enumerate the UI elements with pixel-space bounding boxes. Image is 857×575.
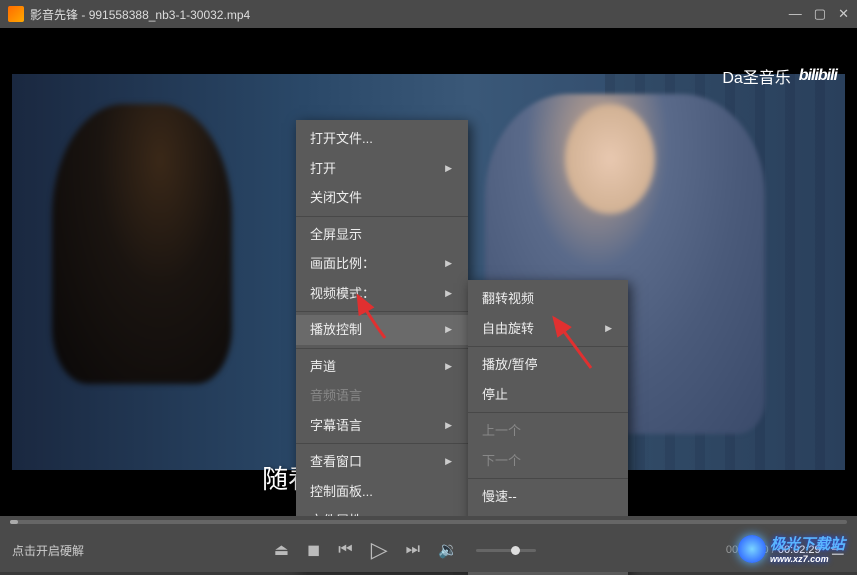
play-button[interactable]: ▷	[371, 537, 388, 563]
menu-open[interactable]: 打开▶	[296, 154, 468, 184]
brand-icon	[738, 535, 766, 563]
menu-audio-channel[interactable]: 声道▶	[296, 352, 468, 382]
control-bar: 点击开启硬解 ⏏ ◼ ⏮ ▷ ⏭ 🔉 00:00:00 / 00:02:29 ☰	[0, 516, 857, 572]
menu-separator	[296, 443, 468, 444]
channel-name: Da圣音乐	[722, 64, 790, 88]
titlebar-left: 影音先锋 - 991558388_nb3-1-30032.mp4	[8, 6, 250, 23]
menu-video-mode[interactable]: 视频模式：▶	[296, 279, 468, 309]
menu-open-file[interactable]: 打开文件...	[296, 124, 468, 154]
menu-subtitle-language[interactable]: 字幕语言▶	[296, 411, 468, 441]
chevron-right-icon: ▶	[445, 455, 452, 469]
previous-button[interactable]: ⏮	[338, 541, 352, 559]
submenu-next: 下一个	[468, 446, 628, 476]
menu-separator	[468, 478, 628, 479]
next-button[interactable]: ⏭	[406, 541, 420, 559]
submenu-slow-down[interactable]: 慢速--	[468, 482, 628, 512]
close-button[interactable]: ✕	[838, 6, 849, 22]
chevron-right-icon: ▶	[445, 360, 452, 374]
menu-view-window[interactable]: 查看窗口▶	[296, 447, 468, 477]
submenu-previous: 上一个	[468, 416, 628, 446]
maximize-button[interactable]: ▢	[814, 6, 826, 22]
brand-sub: www.xz7.com	[770, 554, 845, 564]
minimize-button[interactable]: —	[789, 6, 802, 22]
chevron-right-icon: ▶	[445, 287, 452, 301]
file-name: 991558388_nb3-1-30032.mp4	[89, 8, 250, 22]
brand-watermark: 极光下载站 www.xz7.com	[738, 533, 845, 564]
volume-icon[interactable]: 🔉	[438, 540, 458, 560]
eject-button[interactable]: ⏏	[274, 540, 289, 560]
volume-slider[interactable]	[476, 549, 536, 552]
menu-control-panel[interactable]: 控制面板...	[296, 477, 468, 507]
menu-separator	[296, 216, 468, 217]
chevron-right-icon: ▶	[445, 323, 452, 337]
stop-button[interactable]: ◼	[307, 540, 320, 560]
menu-separator	[468, 346, 628, 347]
menu-aspect-ratio[interactable]: 画面比例：▶	[296, 249, 468, 279]
video-watermark: Da圣音乐 bilibili	[722, 64, 837, 88]
chevron-right-icon: ▶	[605, 322, 612, 336]
menu-playback-control[interactable]: 播放控制▶	[296, 315, 468, 345]
brand-text: 极光下载站	[770, 536, 845, 553]
window-controls: — ▢ ✕	[789, 6, 849, 22]
chevron-right-icon: ▶	[445, 419, 452, 433]
titlebar: 影音先锋 - 991558388_nb3-1-30032.mp4 — ▢ ✕	[0, 0, 857, 28]
submenu-free-rotate[interactable]: 自由旋转▶	[468, 314, 628, 344]
window-title: 影音先锋 - 991558388_nb3-1-30032.mp4	[30, 6, 250, 23]
hw-decode-toggle[interactable]: 点击开启硬解	[12, 542, 84, 559]
app-name: 影音先锋	[30, 8, 78, 22]
menu-fullscreen[interactable]: 全屏显示	[296, 220, 468, 250]
submenu-stop[interactable]: 停止	[468, 380, 628, 410]
submenu-flip-video[interactable]: 翻转视频	[468, 284, 628, 314]
context-menu: 打开文件... 打开▶ 关闭文件 全屏显示 画面比例：▶ 视频模式：▶ 播放控制…	[296, 120, 468, 569]
menu-close-file[interactable]: 关闭文件	[296, 183, 468, 213]
menu-separator	[296, 311, 468, 312]
menu-separator	[468, 412, 628, 413]
menu-separator	[296, 348, 468, 349]
chevron-right-icon: ▶	[445, 257, 452, 271]
progress-bar[interactable]	[0, 516, 857, 528]
chevron-right-icon: ▶	[445, 162, 452, 176]
app-icon	[8, 6, 24, 22]
menu-audio-language: 音频语言	[296, 381, 468, 411]
submenu-play-pause[interactable]: 播放/暂停	[468, 350, 628, 380]
bilibili-logo: bilibili	[799, 67, 837, 85]
